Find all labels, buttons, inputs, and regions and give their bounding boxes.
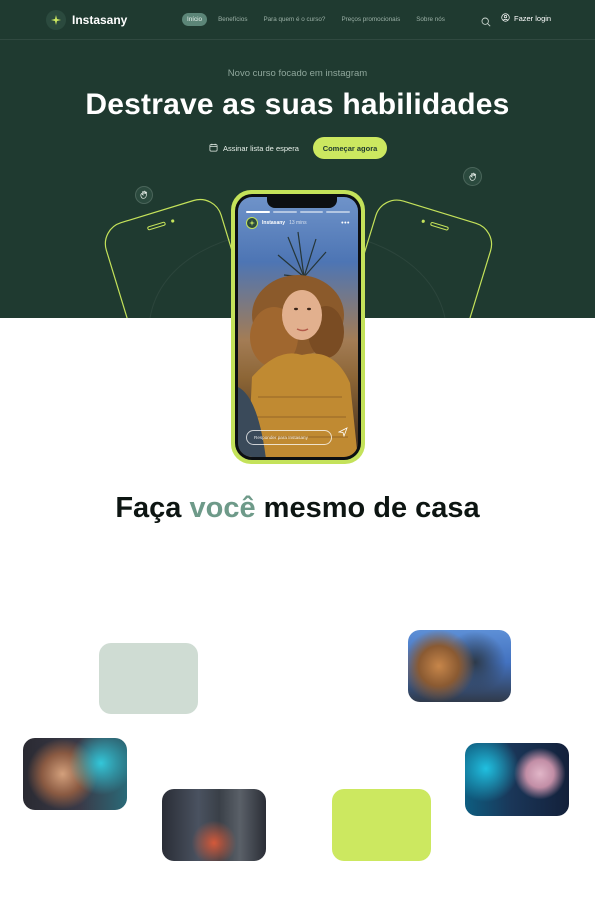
section-title-accent: você: [189, 492, 256, 524]
story-time: 13 mins: [289, 220, 307, 226]
hand-wave-icon: [463, 167, 482, 186]
lime-placeholder-tile: [332, 789, 431, 861]
story-progress: [246, 211, 350, 213]
story-avatar[interactable]: [246, 217, 258, 229]
story-screen: Instasany 13 mins ••• Responder para Ins…: [238, 197, 358, 457]
story-progress-bar: [246, 211, 270, 213]
brand-logo[interactable]: Instasany: [46, 10, 127, 30]
story-progress-bar: [299, 211, 324, 213]
nav-link-sobre[interactable]: Sobre nós: [411, 13, 450, 26]
story-reply-input[interactable]: Responder para Instasany: [246, 430, 332, 445]
nav-link-inicio[interactable]: Início: [182, 13, 208, 26]
search-icon[interactable]: [481, 14, 491, 27]
section-title-end: mesmo de casa: [263, 492, 480, 524]
phone-notch: [267, 197, 337, 208]
hero-title: Destrave as suas habilidades: [85, 88, 510, 121]
hero-subtitle: Novo curso focado em instagram: [227, 68, 368, 79]
nav-links: Início Benefícios Para quem é o curso? P…: [182, 13, 456, 26]
login-button[interactable]: Fazer login: [501, 13, 551, 24]
phone-mockup: Instasany 13 mins ••• Responder para Ins…: [231, 190, 365, 464]
photo-tile-city: [162, 789, 266, 861]
phone-body: Instasany 13 mins ••• Responder para Ins…: [235, 194, 361, 460]
section-title-start: Faça: [115, 492, 182, 524]
sage-placeholder-tile: [99, 643, 198, 714]
story-photo: [238, 231, 358, 457]
section-title: Faça você mesmo de casa: [0, 492, 595, 525]
top-nav: Instasany Início Benefícios Para quem é …: [0, 0, 595, 40]
story-header: Instasany 13 mins •••: [246, 217, 350, 229]
nav-link-para-quem[interactable]: Para quem é o curso?: [258, 13, 330, 26]
photo-tile-friends: [408, 630, 511, 702]
story-progress-bar: [272, 211, 297, 213]
sparkle-icon: [46, 10, 66, 30]
hand-wave-icon: [135, 186, 153, 204]
waitlist-button[interactable]: Assinar lista de espera: [209, 143, 299, 154]
more-options-icon[interactable]: •••: [341, 220, 350, 227]
photo-tile-neon-portrait: [23, 738, 127, 810]
nav-link-precos[interactable]: Preços promocionais: [336, 13, 405, 26]
nav-link-beneficios[interactable]: Benefícios: [213, 13, 252, 26]
photo-tile-bubblegum: [465, 743, 569, 816]
user-icon: [501, 13, 510, 24]
waitlist-label: Assinar lista de espera: [223, 144, 299, 153]
brand-name: Instasany: [72, 13, 128, 27]
send-icon[interactable]: [337, 424, 348, 442]
story-progress-bar: [326, 211, 350, 213]
calendar-icon: [209, 143, 218, 154]
login-label: Fazer login: [514, 14, 552, 23]
start-now-button[interactable]: Começar agora: [313, 137, 387, 159]
story-username[interactable]: Instasany: [262, 220, 285, 226]
